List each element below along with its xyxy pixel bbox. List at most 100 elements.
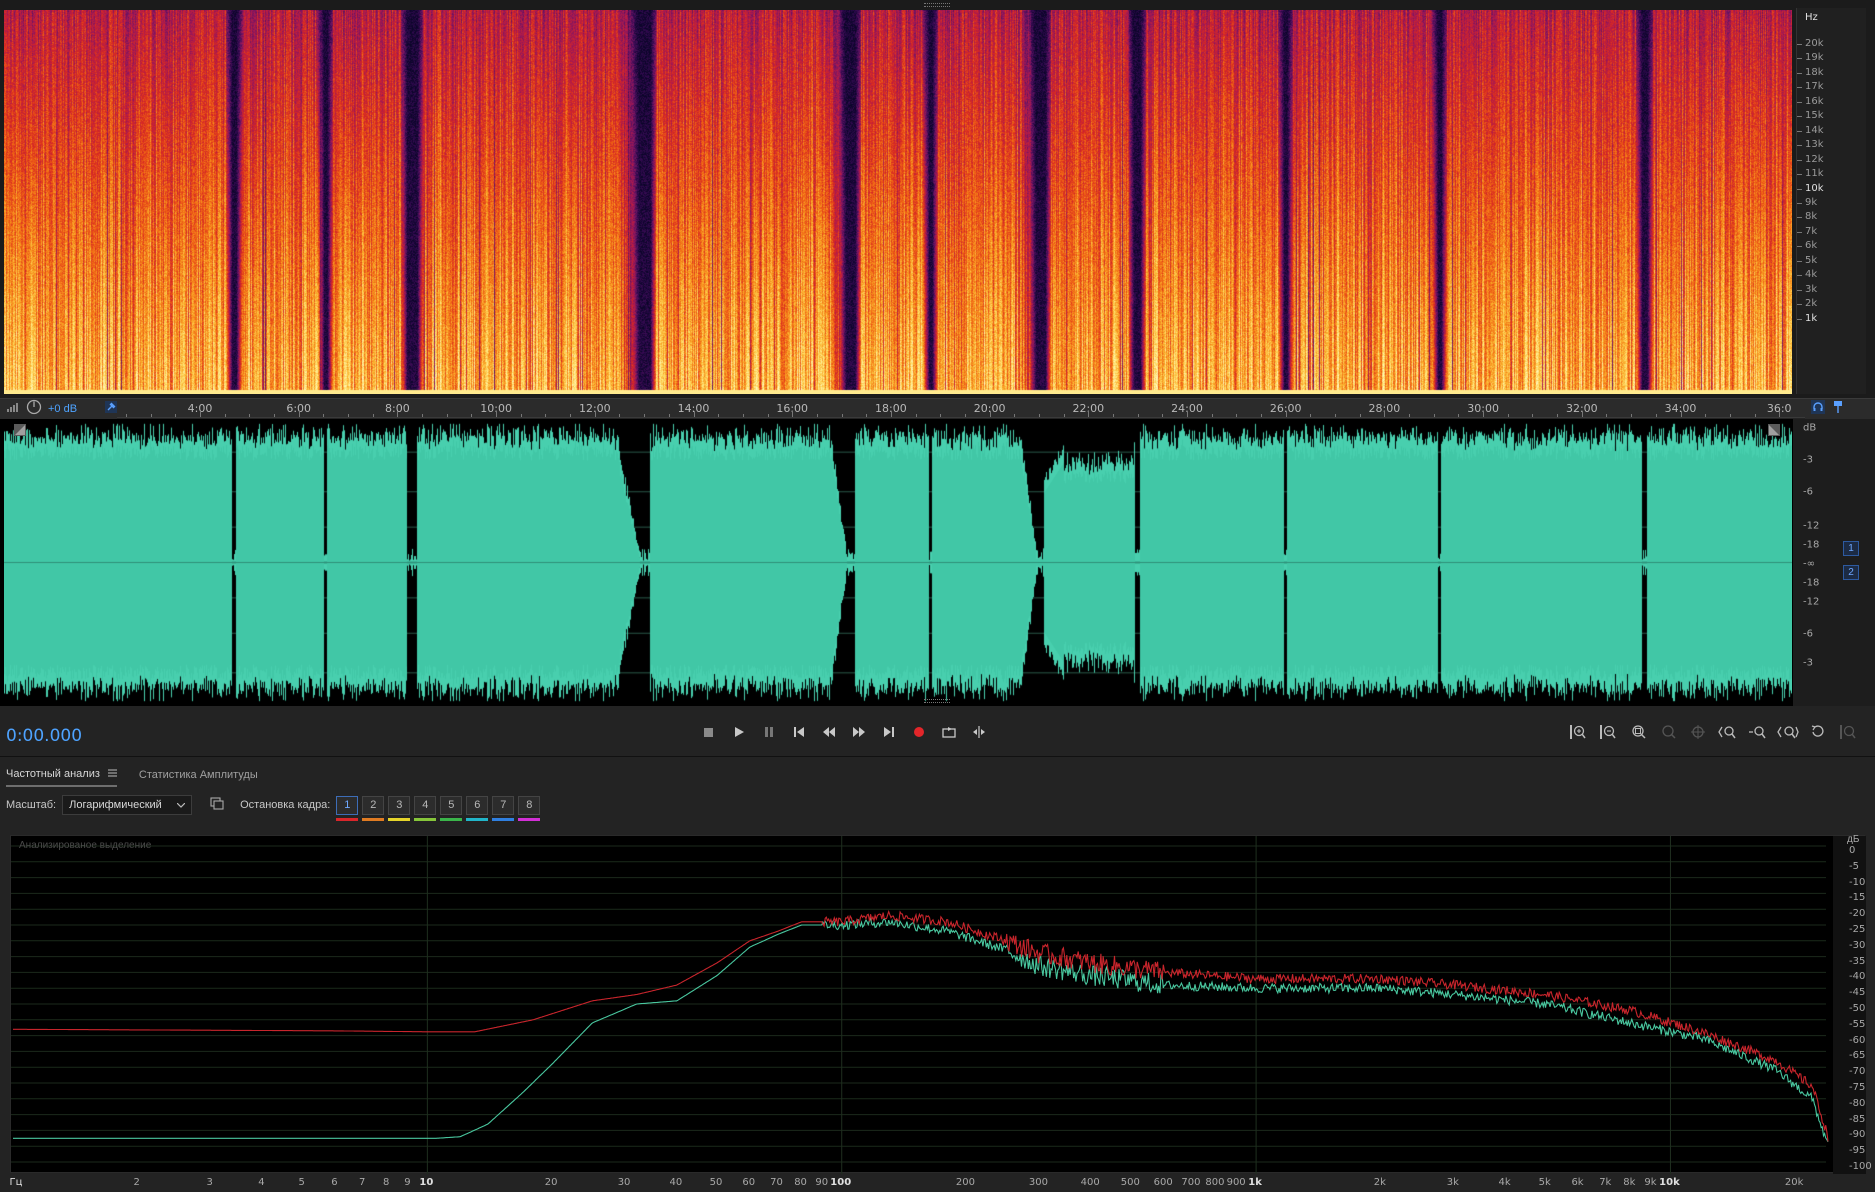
- frequency-label: 90: [815, 1177, 829, 1188]
- gain-knob-icon[interactable]: [26, 399, 42, 420]
- fast-forward-icon: [852, 725, 866, 743]
- time-tick: [298, 411, 300, 417]
- fade-in-handle-icon[interactable]: [14, 423, 26, 441]
- zoom-out-left-button[interactable]: [1716, 724, 1740, 744]
- time-tick: [471, 414, 473, 417]
- zoom-history-button[interactable]: [1806, 724, 1830, 744]
- frame-hold-4-button[interactable]: 4: [414, 795, 437, 821]
- zoom-full-button[interactable]: [1686, 724, 1710, 744]
- fade-out-handle-icon[interactable]: [1768, 423, 1780, 441]
- zoom-to-selection-button[interactable]: [1626, 724, 1650, 744]
- copy-to-clipboard-icon[interactable]: [210, 797, 224, 813]
- go-to-end-button[interactable]: [878, 724, 900, 744]
- frame-color-bar: [466, 817, 489, 821]
- record-button[interactable]: [908, 724, 930, 744]
- spectrogram[interactable]: [4, 10, 1792, 394]
- frequency-label: 9k: [1805, 196, 1818, 208]
- db-label: -15: [1849, 892, 1866, 904]
- frame-hold-1-button[interactable]: 1: [336, 795, 359, 821]
- loop-playback-button[interactable]: [938, 724, 960, 744]
- marker-pin-icon[interactable]: [1833, 400, 1843, 419]
- play-button[interactable]: [728, 724, 750, 744]
- panel-resize-grip[interactable]: [924, 699, 950, 703]
- frame-hold-2-button[interactable]: 2: [362, 795, 385, 821]
- rewind-button[interactable]: [818, 724, 840, 744]
- current-time-display[interactable]: 0:00.000: [6, 726, 82, 746]
- skip-selection-button[interactable]: [968, 724, 990, 744]
- frequency-label: 2: [133, 1177, 140, 1188]
- frequency-label: 200: [955, 1177, 975, 1188]
- frame-color-bar: [440, 817, 463, 821]
- time-tick: [1581, 411, 1583, 417]
- waveform-display[interactable]: dB -3 -6 -12 -18 -∞ -18 -12 -6 -3 1 2: [0, 419, 1875, 706]
- time-tick: [1038, 414, 1040, 417]
- amplitude-label: -3: [1803, 657, 1813, 669]
- time-tick: [372, 414, 374, 417]
- panel-resize-grip[interactable]: [924, 3, 950, 7]
- frequency-label: 10: [419, 1177, 434, 1188]
- frequency-label: 8: [383, 1177, 390, 1188]
- zoom-out-amplitude-button[interactable]: [1596, 724, 1620, 744]
- zoom-in-amplitude-button[interactable]: [1566, 724, 1590, 744]
- go-to-start-button[interactable]: [788, 724, 810, 744]
- frequency-label: 16k: [1805, 95, 1824, 107]
- zoom-selection-time-button[interactable]: [1836, 724, 1860, 744]
- frequency-tick: [1797, 87, 1802, 89]
- frequency-label: 19k: [1805, 52, 1824, 64]
- frequency-label: 3k: [1805, 283, 1818, 295]
- transport-bar: 0:00.000: [0, 712, 1875, 756]
- db-label: -55: [1849, 1018, 1866, 1030]
- menu-icon[interactable]: [107, 768, 117, 780]
- frame-hold-label: 3: [396, 798, 403, 811]
- tab-label: Статистика Амплитуды: [138, 769, 258, 781]
- fast-forward-button[interactable]: [848, 724, 870, 744]
- time-tick: [1236, 414, 1238, 417]
- waveform-channels[interactable]: [4, 421, 1792, 704]
- scale-dropdown[interactable]: Логарифмический: [62, 795, 193, 815]
- frame-hold-5-button[interactable]: 5: [440, 795, 463, 821]
- frequency-label: 100: [830, 1177, 852, 1188]
- gain-value[interactable]: +0 dB: [48, 403, 77, 415]
- time-tick: [890, 411, 892, 417]
- frequency-label: 13k: [1805, 139, 1824, 151]
- play-icon: [733, 725, 745, 743]
- tab-frequency-analysis[interactable]: Частотный анализ: [6, 763, 117, 787]
- channel-1-toggle[interactable]: 1: [1843, 541, 1859, 556]
- frequency-label: 9: [404, 1177, 411, 1188]
- time-tick: [1211, 414, 1213, 417]
- spectral-frequency-display[interactable]: Hz 20k 19k 18k 17k 16k 15k 14k 13k 12k 11k 10k 9k 8k…: [0, 0, 1875, 398]
- time-tick: [940, 414, 942, 417]
- frame-color-bar: [518, 817, 541, 821]
- frequency-graph[interactable]: Анализированое выделение дБ 0 -5 -10 -15 -20 -…: [10, 834, 1872, 1174]
- tab-amplitude-statistics[interactable]: Статистика Амплитуды: [139, 763, 258, 787]
- zoom-in-time-button[interactable]: [1746, 724, 1770, 744]
- frame-hold-6-button[interactable]: 6: [466, 795, 489, 821]
- channel-2-toggle[interactable]: 2: [1843, 565, 1859, 580]
- db-label: -60: [1849, 1034, 1866, 1046]
- level-meter-icon[interactable]: [6, 400, 20, 418]
- ruler-right-controls: [1805, 399, 1875, 419]
- zoom-history-icon: [1810, 724, 1826, 745]
- frame-color-bar: [362, 817, 385, 821]
- db-label: -90: [1849, 1129, 1866, 1141]
- zoom-reset-button[interactable]: [1656, 724, 1680, 744]
- frame-hold-8-button[interactable]: 8: [518, 795, 541, 821]
- pause-button[interactable]: [758, 724, 780, 744]
- db-label: -20: [1849, 908, 1866, 920]
- stop-button[interactable]: [698, 724, 720, 744]
- zoom-out-time-button[interactable]: [1776, 724, 1800, 744]
- chevron-down-icon: [176, 799, 186, 811]
- db-label: -45: [1849, 987, 1866, 999]
- pin-icon[interactable]: [105, 400, 118, 418]
- time-tick: [1310, 414, 1312, 417]
- amplitude-unit-label: dB: [1803, 422, 1817, 434]
- frequency-label: 40: [669, 1177, 683, 1188]
- time-tick: [1409, 414, 1411, 417]
- frequency-tick: [1797, 72, 1802, 74]
- headphones-icon[interactable]: [1811, 399, 1825, 419]
- time-tick: [1384, 411, 1386, 417]
- timeline-ruler[interactable]: 4:00 6:00 8:00 10:00 12:00 14:00 16:00 18:00 20:…: [0, 398, 1875, 420]
- frame-hold-3-button[interactable]: 3: [388, 795, 411, 821]
- skip-selection-icon: [972, 725, 986, 743]
- frame-hold-7-button[interactable]: 7: [492, 795, 515, 821]
